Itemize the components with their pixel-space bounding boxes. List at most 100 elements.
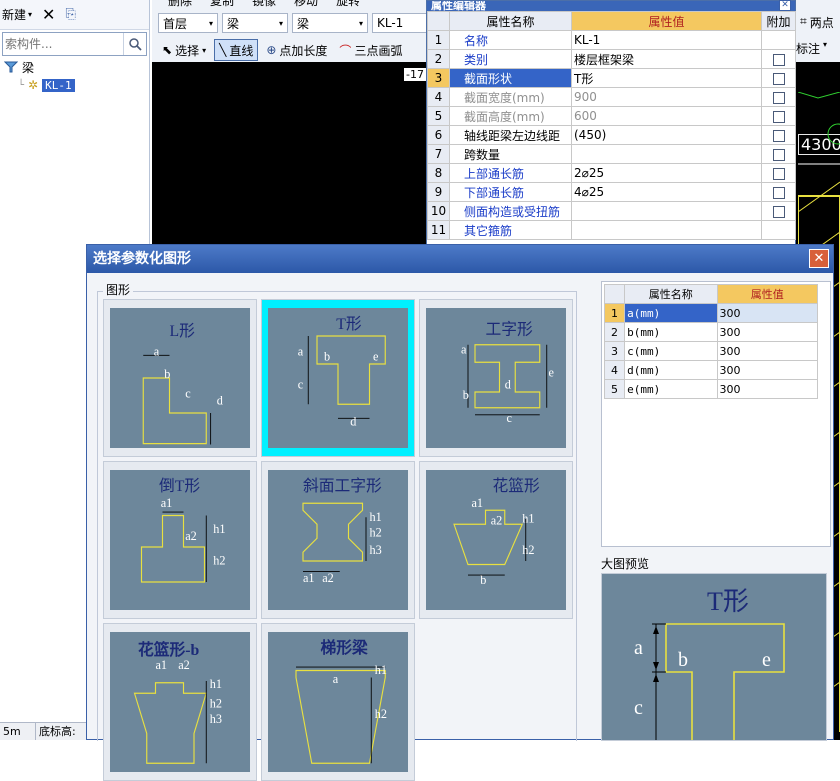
dimension-label: b <box>164 367 170 381</box>
subtype-select[interactable]: 梁 ▾ <box>292 13 368 33</box>
extra-checkbox[interactable] <box>772 167 785 180</box>
extra-checkbox[interactable] <box>772 72 785 85</box>
component-tree: 梁 └ ✲ KL-1 <box>0 58 149 94</box>
shape-tile[interactable]: 工字形 a e d b c <box>419 299 573 457</box>
delete-icon[interactable]: ✕ <box>42 5 55 24</box>
copy-icon[interactable]: ⎘ <box>65 7 75 22</box>
extra-checkbox[interactable] <box>772 53 785 66</box>
param-value[interactable]: 300 <box>716 341 819 361</box>
shape-tile[interactable]: L形 a b c d <box>103 299 257 457</box>
close-icon[interactable]: ✕ <box>779 0 791 11</box>
param-name: d(mm) <box>624 360 718 380</box>
search-icon[interactable] <box>123 33 145 55</box>
shape-title: T形 <box>336 315 362 333</box>
shape-tile[interactable]: 花篮形-b a1 a2 h1 h2 h3 <box>103 623 257 781</box>
new-button[interactable]: 新建 ▾ <box>2 6 32 23</box>
property-name: 截面高度(mm) <box>449 106 572 126</box>
dimension-label: d <box>505 378 511 392</box>
type-select[interactable]: 梁 ▾ <box>222 13 288 33</box>
property-editor: 属性编辑器 ✕ 属性名称 属性值 附加 1 名称 KL-1 2 类别 楼层框架梁 3 截面形状… <box>426 0 796 252</box>
param-row[interactable]: 5 e(mm) 300 <box>603 379 819 399</box>
new-label: 新建 <box>2 8 27 22</box>
chevron-down-icon: ▾ <box>358 18 363 28</box>
delete-tool[interactable]: 删除 <box>168 0 192 9</box>
property-value[interactable]: T形 <box>571 68 762 88</box>
column-header-name: 属性名称 <box>449 11 572 31</box>
search-input[interactable] <box>3 37 123 51</box>
extra-checkbox[interactable] <box>772 205 785 218</box>
property-row[interactable]: 2 类别 楼层框架梁 <box>427 49 796 69</box>
property-row[interactable]: 11 其它箍筋 <box>427 220 796 240</box>
three-point-arc-button[interactable]: ⌒ 三点画弧 <box>335 39 406 61</box>
floor-select[interactable]: 首层 ▾ <box>158 13 218 33</box>
property-row[interactable]: 10 侧面构造或受扭筋 <box>427 201 796 221</box>
dimension-label: h2 <box>370 526 382 540</box>
property-name: 类别 <box>449 49 572 69</box>
shape-tile[interactable]: 斜面工字形 h1 h2 h3 a1 a2 <box>261 461 415 619</box>
extra-checkbox[interactable] <box>772 91 785 104</box>
shape-outline <box>316 335 386 405</box>
svg-text:a: a <box>634 637 643 659</box>
param-row[interactable]: 1 a(mm) 300 <box>603 303 819 323</box>
param-row[interactable]: 4 d(mm) 300 <box>603 360 819 380</box>
param-value[interactable]: 300 <box>716 322 819 342</box>
property-value[interactable]: 4⌀25 <box>571 182 762 202</box>
property-value[interactable] <box>571 220 762 240</box>
shape-thumbnail: 斜面工字形 h1 h2 h3 a1 a2 <box>268 470 408 610</box>
property-value[interactable]: (450) <box>571 125 762 145</box>
shape-thumbnail: 花篮形-b a1 a2 h1 h2 h3 <box>110 632 250 772</box>
tree-child-label: KL-1 <box>42 78 75 92</box>
annotate-button[interactable]: 标注 ▾ <box>796 40 827 57</box>
dimension-label: a <box>333 672 339 686</box>
close-icon[interactable]: ✕ <box>809 249 829 268</box>
property-value[interactable]: KL-1 <box>571 30 762 50</box>
shape-outline <box>474 344 541 409</box>
property-name: 轴线距梁左边线距 <box>449 125 572 145</box>
select-button[interactable]: ⬉ 选择 ▾ <box>158 39 210 61</box>
param-value[interactable]: 300 <box>716 360 819 380</box>
preview-title: T形 <box>707 587 749 616</box>
shape-tile[interactable]: 梯形梁 a h1 h2 <box>261 623 415 781</box>
property-value[interactable]: 600 <box>571 106 762 126</box>
two-point-button[interactable]: ⌗ 两点 <box>800 14 834 31</box>
tree-node-beam[interactable]: 梁 <box>4 58 149 76</box>
property-row[interactable]: 4 截面宽度(mm) 900 <box>427 87 796 107</box>
rotate-tool[interactable]: 旋转 <box>336 0 360 9</box>
extra-checkbox[interactable] <box>772 129 785 142</box>
param-value[interactable]: 300 <box>716 303 819 323</box>
shape-tile[interactable]: 花篮形 a1 a2 h1 h2 b <box>419 461 573 619</box>
property-row[interactable]: 5 截面高度(mm) 600 <box>427 106 796 126</box>
property-row[interactable]: 8 上部通长筋 2⌀25 <box>427 163 796 183</box>
cursor-icon: ⬉ <box>162 43 173 57</box>
property-value[interactable]: 2⌀25 <box>571 163 762 183</box>
copy-tool[interactable]: 复制 <box>210 0 234 9</box>
param-row[interactable]: 2 b(mm) 300 <box>603 322 819 342</box>
point-length-button[interactable]: ⊕ 点加长度 <box>262 39 331 61</box>
shape-tile[interactable]: T形 a b e c d <box>261 299 415 457</box>
extra-checkbox[interactable] <box>772 148 785 161</box>
mirror-tool[interactable]: 镜像 <box>252 0 276 9</box>
property-row[interactable]: 1 名称 KL-1 <box>427 30 796 50</box>
dimension-label: a1 <box>472 496 484 510</box>
property-value[interactable]: 900 <box>571 87 762 107</box>
shape-tile[interactable]: 倒T形 a1 h1 a2 h2 <box>103 461 257 619</box>
param-value[interactable]: 300 <box>716 379 819 399</box>
extra-checkbox[interactable] <box>772 110 785 123</box>
element-select[interactable]: KL-1 <box>372 13 432 33</box>
param-row[interactable]: 3 c(mm) 300 <box>603 341 819 361</box>
shape-outline <box>302 502 364 562</box>
property-row[interactable]: 3 截面形状 T形 <box>427 68 796 88</box>
line-button[interactable]: ╲ 直线 <box>214 39 259 61</box>
dimension-label: h2 <box>210 696 222 710</box>
extra-checkbox[interactable] <box>772 186 785 199</box>
property-value[interactable] <box>571 144 762 164</box>
property-row[interactable]: 6 轴线距梁左边线距 (450) <box>427 125 796 145</box>
property-value[interactable] <box>571 201 762 221</box>
property-row[interactable]: 9 下部通长筋 4⌀25 <box>427 182 796 202</box>
param-number: 3 <box>603 341 626 361</box>
property-value[interactable]: 楼层框架梁 <box>571 49 762 69</box>
move-tool[interactable]: 移动 <box>294 0 318 9</box>
dimension-label: h1 <box>370 510 382 524</box>
property-row[interactable]: 7 跨数量 <box>427 144 796 164</box>
tree-node-kl1[interactable]: └ ✲ KL-1 <box>4 76 149 94</box>
